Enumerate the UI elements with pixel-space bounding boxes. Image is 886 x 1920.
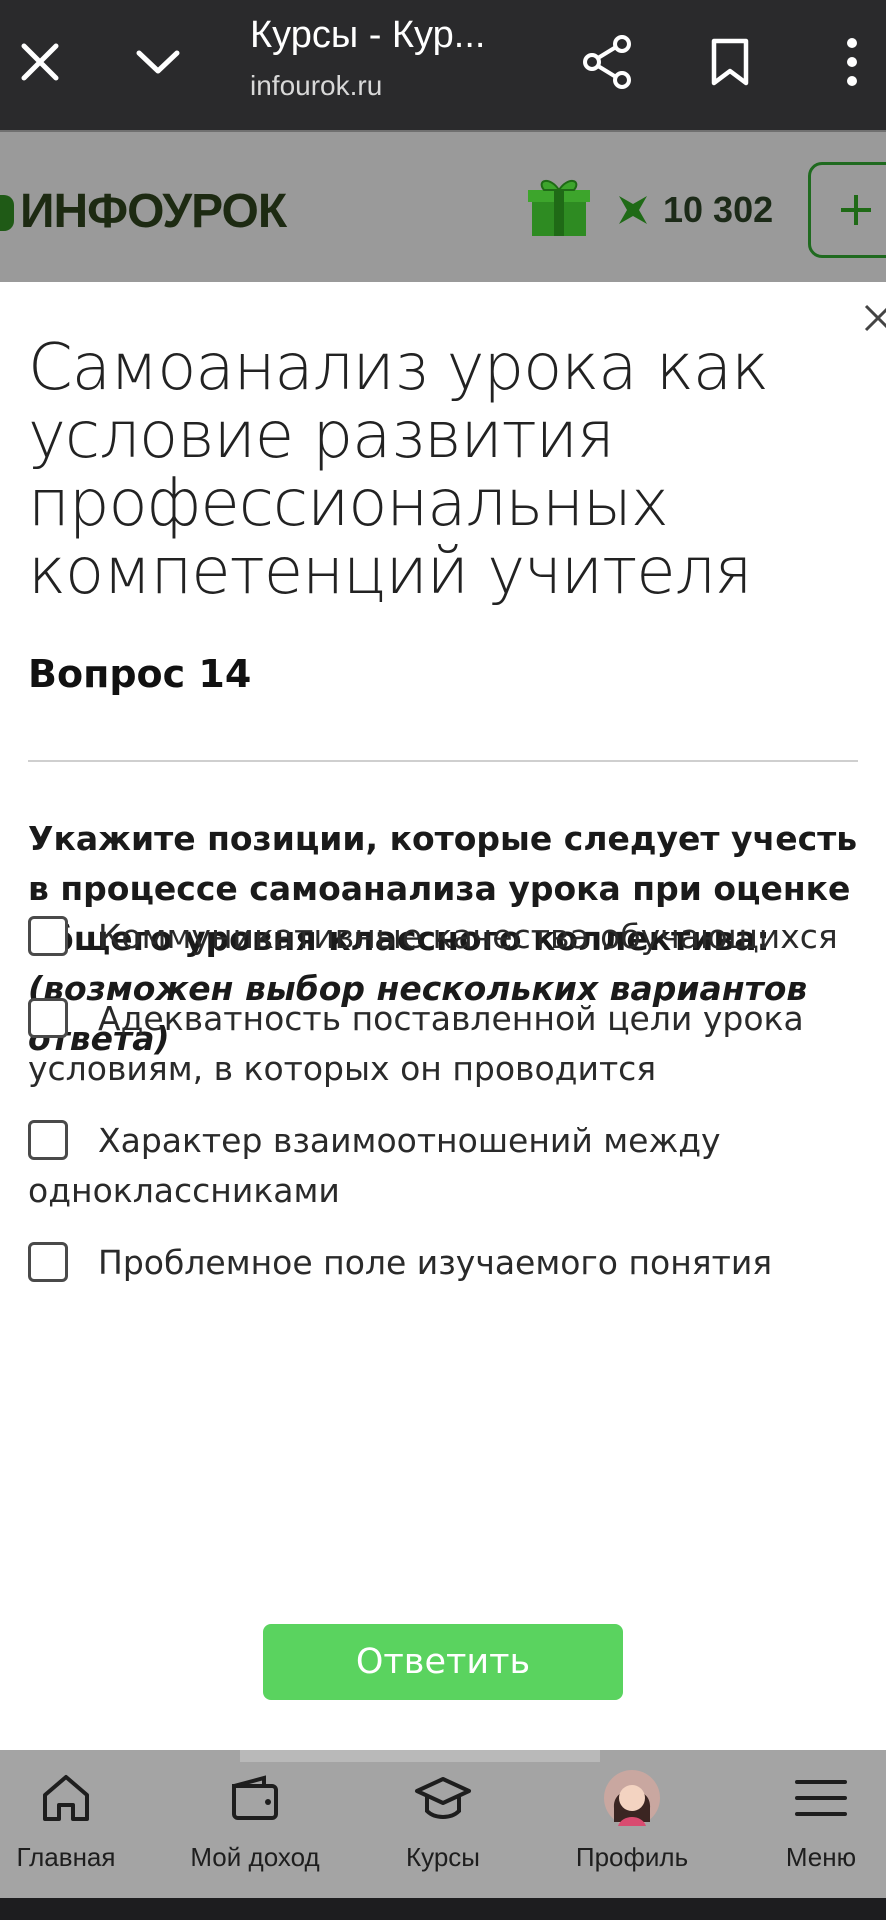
system-gesture-bar: [0, 1898, 886, 1920]
answer-option[interactable]: Характер взаимоотношений между однокласс…: [28, 1116, 858, 1216]
nav-item-courses[interactable]: Курсы: [358, 1768, 528, 1888]
checkbox[interactable]: [28, 998, 68, 1038]
nav-label: Курсы: [405, 1842, 480, 1872]
checkbox[interactable]: [28, 1120, 68, 1160]
checkbox[interactable]: [28, 1242, 68, 1282]
wallet-icon: [232, 1775, 278, 1820]
bookmark-icon: [711, 38, 749, 86]
option-label: Адекватность поставленной цели урока усл…: [28, 999, 804, 1088]
option-label: Коммуникативные качества обучающихся: [98, 917, 838, 956]
collapse-button[interactable]: [118, 22, 198, 102]
nav-label: Главная: [16, 1842, 116, 1872]
graduation-cap-icon: [415, 1777, 471, 1819]
menu-icon: [795, 1780, 847, 1816]
site-logo[interactable]: ИНФОУРОК: [0, 184, 287, 239]
chevron-down-icon: [136, 50, 180, 74]
add-button[interactable]: [808, 162, 886, 258]
points-counter[interactable]: 10 302: [615, 189, 774, 230]
option-label: Проблемное поле изучаемого понятия: [98, 1243, 773, 1282]
checkbox[interactable]: [28, 916, 68, 956]
more-vertical-icon: [847, 38, 857, 86]
page-title: Курсы - Кур...: [250, 14, 486, 56]
question-modal: Самоанализ урока как условие развития пр…: [0, 282, 886, 1750]
nav-item-profile[interactable]: Профиль: [547, 1768, 717, 1888]
answer-option[interactable]: Проблемное поле изучаемого понятия: [28, 1238, 858, 1288]
share-icon: [583, 35, 631, 89]
home-icon: [43, 1775, 89, 1821]
gift-button[interactable]: [526, 174, 592, 240]
points-icon: [619, 196, 647, 224]
nav-label: Профиль: [575, 1842, 689, 1872]
page-url: infourok.ru: [250, 70, 383, 101]
course-title: Самоанализ урока как условие развития пр…: [28, 331, 769, 609]
submit-answer-button[interactable]: Ответить: [263, 1624, 623, 1700]
points-value: 10 302: [663, 189, 774, 230]
avatar: [604, 1770, 660, 1826]
option-label: Характер взаимоотношений между однокласс…: [28, 1121, 721, 1210]
answer-option[interactable]: Коммуникативные качества обучающихся: [28, 912, 858, 962]
bookmark-button[interactable]: [690, 22, 770, 102]
nav-label: Мой доход: [190, 1842, 320, 1872]
browser-toolbar: Курсы - Кур... infourok.ru: [0, 0, 886, 130]
close-tab-button[interactable]: [0, 22, 80, 102]
logo-mark: [0, 195, 14, 231]
modal-close-button[interactable]: [862, 302, 886, 348]
nav-label: Меню: [785, 1842, 857, 1872]
question-number: Вопрос 14: [28, 652, 252, 696]
content-peek: [240, 1750, 600, 1762]
plus-icon: [841, 195, 871, 225]
close-icon: [864, 304, 886, 332]
divider: [28, 760, 858, 762]
answer-option[interactable]: Адекватность поставленной цели урока усл…: [28, 994, 858, 1094]
share-button[interactable]: [568, 22, 648, 102]
site-header: ИНФОУРОК 10 302: [0, 130, 886, 284]
close-icon: [21, 43, 59, 81]
bottom-navigation: Главная Мой доход Курсы Профиль Меню: [0, 1750, 886, 1898]
nav-item-home[interactable]: Главная: [0, 1768, 151, 1888]
nav-item-income[interactable]: Мой доход: [170, 1768, 340, 1888]
gift-icon: [528, 180, 590, 236]
nav-item-menu[interactable]: Меню: [736, 1768, 886, 1888]
more-options-button[interactable]: [812, 22, 886, 102]
